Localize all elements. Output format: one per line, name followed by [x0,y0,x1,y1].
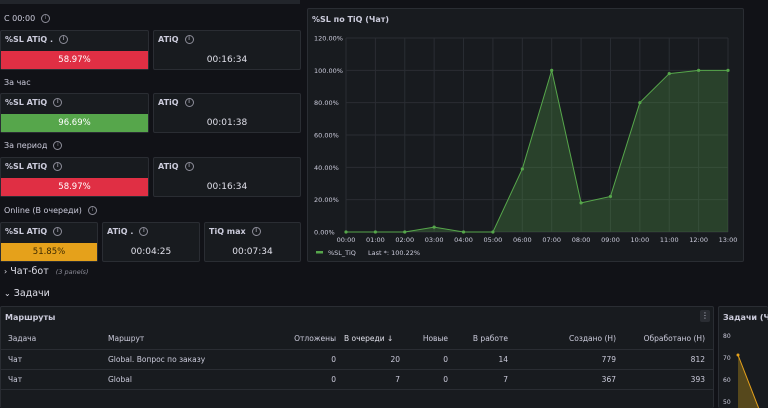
info-icon[interactable]: i [59,35,69,44]
chevron-right-icon: › [4,267,8,276]
data-point [667,71,671,76]
info-icon[interactable]: i [53,141,63,150]
col-in-work[interactable]: В работе [452,329,512,349]
y-tick-label: 80.00% [314,99,339,107]
y-tick-label: 100.00% [314,67,343,75]
stat-value: 00:04:25 [130,247,172,257]
stat-atiq-last-hour[interactable]: ATiQ i 00:01:38 [153,93,301,133]
routes-table-panel[interactable]: Маршруты ⋮ Задача Маршрут Отложены В оче… [0,306,714,408]
x-tick-label: 12:00 [689,236,708,244]
x-tick-label: 04:00 [454,236,473,244]
y-tick-label: 0.00% [314,229,335,237]
x-tick-label: 07:00 [542,236,561,244]
info-icon[interactable]: i [87,206,97,215]
stat-value: 00:16:34 [206,182,248,192]
data-point [697,68,701,72]
info-icon[interactable]: i [184,98,194,107]
info-icon[interactable]: i [184,162,194,171]
col-task[interactable]: Задача [1,329,108,349]
stat-tiq-max[interactable]: TiQ max i 00:07:34 [204,222,301,262]
section-label-since-midnight: С 00:00 i [4,14,51,23]
section-label-online-queue: Online (В очереди) i [4,206,97,215]
col-processed[interactable]: Обработано (Н) [620,329,713,349]
x-tick-label: 00:00 [337,236,356,244]
col-postponed[interactable]: Отложены [278,329,340,349]
data-point [461,230,466,234]
stat-atiq-period[interactable]: ATiQ i 00:16:34 [153,157,301,197]
info-icon[interactable]: i [53,98,63,107]
col-created[interactable]: Создано (Н) [512,329,620,349]
legend-last-value: Last *: 100.22% [368,249,420,257]
col-route[interactable]: Маршрут [108,329,278,349]
stat-atiq-online[interactable]: ATiQ .i 00:04:25 [102,222,200,262]
info-icon[interactable]: i [251,227,261,236]
sl-tiq-area-chart: 0.00% 20.00% 40.00% 60.00% 80.00% 100.00% 120.… [314,35,738,258]
info-icon[interactable]: i [41,14,51,23]
stat-value: 58.97% [1,51,148,69]
x-tick-label: 06:00 [513,236,532,244]
data-point [491,230,495,234]
table-header-row: Задача Маршрут Отложены В очереди ↓ Новы… [1,329,713,349]
legend-swatch [316,251,323,254]
y-tick-label: 120.00% [314,35,343,43]
section-label-period: За период i [4,141,63,150]
data-point [579,201,583,205]
info-icon[interactable]: i [53,227,63,236]
col-in-queue[interactable]: В очереди ↓ [340,329,404,349]
row-chatbot[interactable]: › Чат-бот (3 panels) [4,266,88,277]
x-tick-label: 08:00 [572,236,591,244]
chevron-down-icon: ⌄ [4,289,11,298]
series-area [346,70,728,232]
stat-value: 00:07:34 [232,247,273,257]
data-point [520,167,524,171]
x-tick-label: 01:00 [366,236,385,244]
x-tick-label: 10:00 [630,236,649,244]
data-point [403,230,407,234]
x-tick-label: 09:00 [601,236,620,244]
stat-sl-online[interactable]: %SL ATiQ i 51.85% [0,222,98,262]
top-strip [0,0,300,4]
legend-series-name: %SL_TiQ [328,249,356,257]
y-tick-label: 20.00% [314,196,339,204]
data-point [344,230,348,234]
y-tick-label: 60.00% [314,132,339,140]
table-row[interactable]: Чат Global 0 7 0 7 367 393 [1,369,713,389]
chart-panel-sl-by-tiq[interactable]: %SL по TiQ (Чат) 0.00% 20.00% 40.00% 60.00%… [307,8,744,262]
stat-value: 51.85% [1,243,97,261]
tasks-chat-partial-chart [736,353,760,408]
col-new[interactable]: Новые [404,329,452,349]
data-point [726,68,730,72]
row-tasks[interactable]: ⌄ Задачи [4,288,50,299]
stat-value: 00:16:34 [206,55,248,65]
data-point [638,101,642,105]
info-icon[interactable]: i [184,35,194,44]
x-tick-label: 13:00 [719,236,738,244]
stat-sl-period[interactable]: %SL ATiQ i 58.97% [0,157,149,197]
info-icon[interactable]: i [139,227,149,236]
x-tick-label: 05:00 [484,236,503,244]
stat-sl-since-midnight[interactable]: %SL ATiQ .i 58.97% [0,30,149,70]
routes-title: Маршруты [5,313,56,322]
stat-value: 96.69% [1,114,148,132]
stat-value: 00:01:38 [206,118,248,128]
data-point [608,194,613,199]
routes-table: Задача Маршрут Отложены В очереди ↓ Новы… [1,329,713,390]
data-point [373,230,377,234]
y-tick-label: 40.00% [314,164,339,172]
table-row[interactable]: Чат Global. Вопрос по заказу 0 20 0 14 7… [1,349,713,369]
x-tick-label: 02:00 [395,236,414,244]
x-tick-label: 11:00 [660,236,679,244]
tasks-chat-panel[interactable]: Задачи (Чат 80 70 60 50 [718,306,768,408]
x-tick-label: 03:00 [425,236,444,244]
stat-sl-last-hour[interactable]: %SL ATiQ i 96.69% [0,93,149,133]
data-point [432,225,436,229]
info-icon[interactable]: i [53,162,63,171]
section-label-last-hour: За час [4,78,31,87]
stat-atiq-since-midnight[interactable]: ATiQ i 00:16:34 [153,30,301,70]
kebab-icon[interactable]: ⋮ [700,310,710,322]
stat-value: 58.97% [1,178,148,196]
data-point [550,68,554,72]
